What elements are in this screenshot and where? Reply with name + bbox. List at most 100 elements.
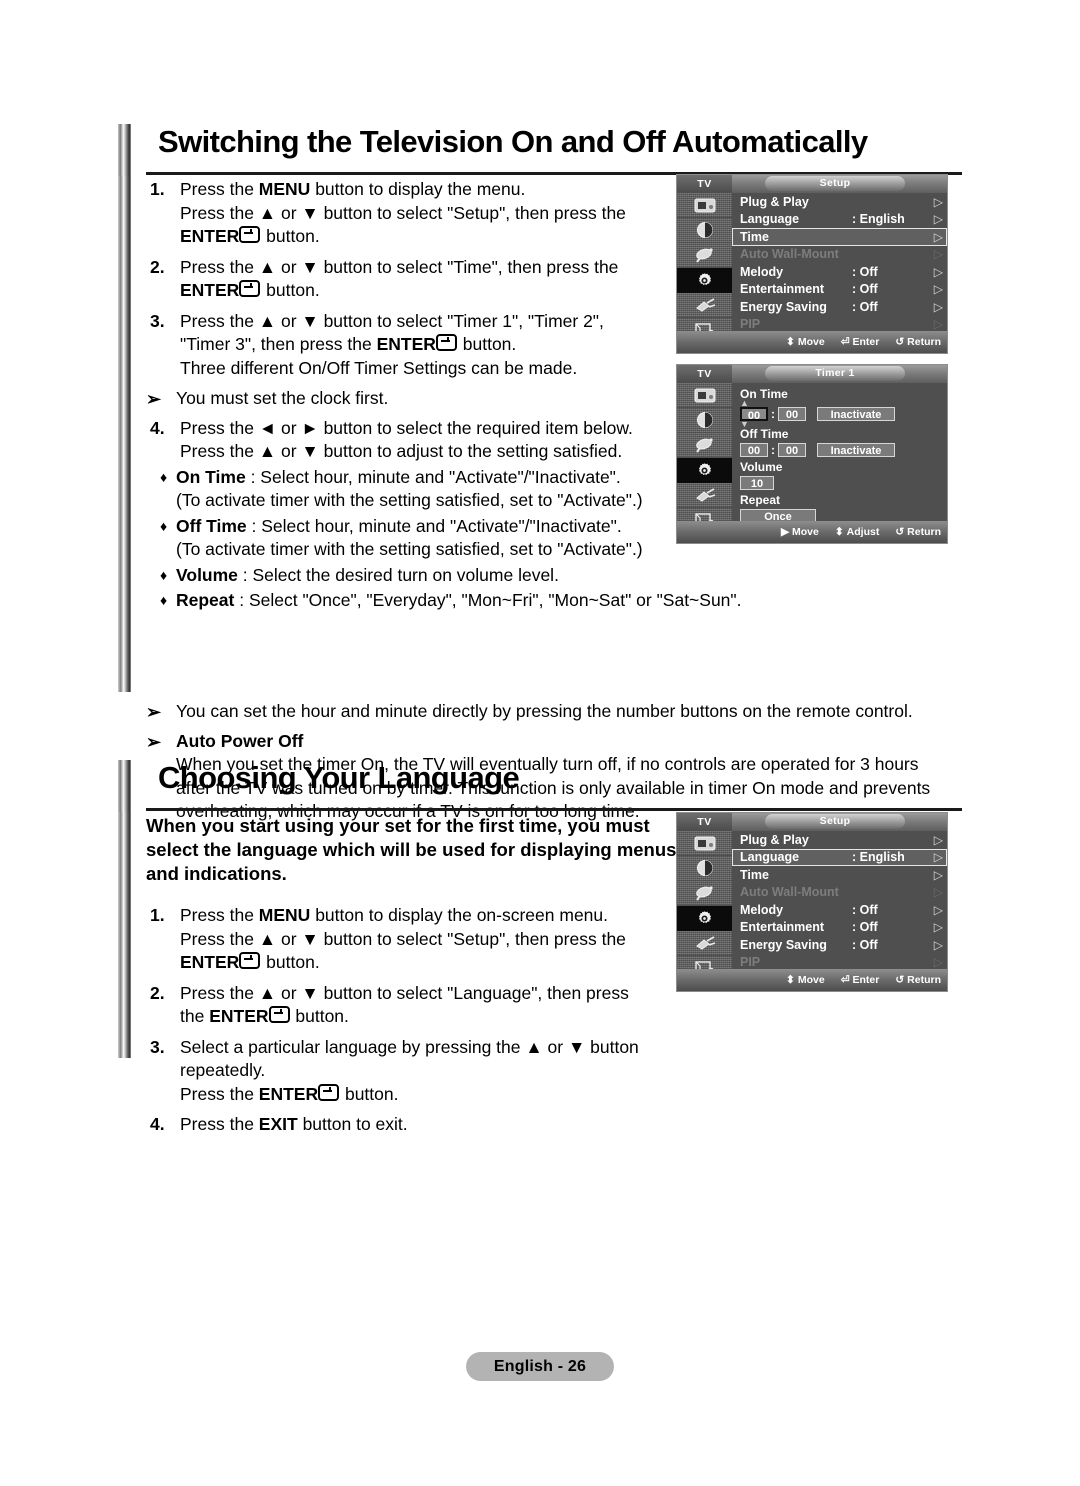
osd-footer-enter[interactable]: ⏎ Enter (841, 974, 880, 986)
step-number: 4. (150, 417, 165, 438)
sound-icon[interactable] (677, 408, 732, 433)
chevron-right-icon: ▷ (933, 955, 943, 970)
osd-footer-return[interactable]: ↺ Return (895, 336, 941, 348)
osd-footer-adjust[interactable]: ⬍ Adjust (835, 526, 879, 538)
key-enter: ENTER (376, 334, 436, 354)
osd-footer-move[interactable]: ⬍ Move (786, 336, 825, 348)
channel-dish-icon[interactable] (677, 881, 732, 906)
osd-row-time[interactable]: Time ▷ (732, 866, 947, 884)
chevron-right-icon: ▷ (933, 867, 943, 882)
osd-footer-label: Return (907, 526, 941, 538)
key-enter: ENTER (258, 1083, 319, 1104)
osd-footer-bar: ▶ Move ⬍ Adjust ↺ Return (677, 521, 947, 543)
channel-dish-icon[interactable] (677, 243, 732, 268)
note-item: ➢ You can set the hour and minute direct… (146, 700, 962, 725)
osd-tv-label: TV (677, 813, 732, 831)
picture-icon[interactable] (677, 193, 732, 218)
return-arrow-icon: ↺ (895, 336, 905, 348)
key-enter: ENTER (180, 280, 240, 300)
setup-gear-icon[interactable] (677, 268, 732, 293)
osd-row-plug-play[interactable]: Plug & Play ▷ (732, 831, 947, 849)
osd-footer-label: Enter (852, 974, 880, 986)
chevron-right-icon: ▷ (933, 937, 943, 952)
step-item: 1. Press the MENU button to display the … (146, 904, 706, 975)
picture-icon[interactable] (677, 383, 732, 408)
time-colon: : (771, 406, 775, 421)
enter-return-icon (435, 334, 457, 351)
diamond-bullet-icon: ♦ (160, 517, 168, 534)
diamond-bullet-icon: ♦ (160, 468, 168, 485)
chevron-right-icon: ▷ (933, 299, 943, 314)
off-time-hour-field[interactable]: 00 (740, 442, 768, 457)
section-switching-tv: Switching the Television On and Off Auto… (118, 124, 962, 821)
osd-row-entertainment[interactable]: Entertainment : Off ▷ (732, 281, 947, 299)
input-plug-icon[interactable] (677, 483, 732, 508)
sound-icon[interactable] (677, 856, 732, 881)
bullet-term: On Time (176, 466, 246, 487)
channel-dish-icon[interactable] (677, 433, 732, 458)
sound-icon[interactable] (677, 218, 732, 243)
osd-row-language[interactable]: Language : English ▷ (732, 211, 947, 229)
step-item: 4. Press the EXIT button to exit. (146, 1113, 706, 1137)
osd-setup-language-panel[interactable]: TV Setup Plug & Play ▷ Language: Englis… (676, 812, 948, 992)
on-time-minute-field[interactable]: 00 (778, 406, 806, 421)
osd-row-auto-wall-mount[interactable]: Auto Wall-Mount ▷ (732, 246, 947, 264)
step-text-part: the (180, 1006, 210, 1026)
step-text-part: Press the (180, 1083, 259, 1104)
osd-row-language[interactable]: Language : English ▷ (732, 848, 947, 866)
osd-row-value: : Off (852, 282, 878, 297)
input-plug-icon[interactable] (677, 293, 732, 318)
picture-icon[interactable] (677, 831, 732, 856)
osd-row-melody[interactable]: Melody : Off ▷ (732, 263, 947, 281)
key-enter: ENTER (180, 952, 240, 972)
caret-down-icon: ▼ (740, 419, 749, 429)
osd-row-energy-saving[interactable]: Energy Saving : Off ▷ (732, 298, 947, 316)
step-text: Press the ▲ or ▼ button to select "Time"… (180, 256, 706, 303)
on-time-label: On Time (740, 387, 788, 401)
osd-menu-list: Plug & Play ▷ Language : English ▷ Time … (732, 193, 947, 331)
osd-row-label: Plug & Play (740, 832, 809, 847)
enter-return-icon (318, 1083, 340, 1101)
chevron-right-icon: ▷ (933, 902, 943, 917)
volume-value-field[interactable]: 10 (740, 475, 774, 490)
osd-footer-return[interactable]: ↺ Return (895, 974, 941, 986)
bullet-text: On Time : Select hour, minute and "Activ… (176, 466, 706, 513)
step-item: 1. Press the MENU button to display the … (146, 178, 706, 249)
osd-title: Timer 1 (765, 366, 905, 381)
step-number: 1. (150, 905, 165, 925)
off-time-minute-field[interactable]: 00 (778, 442, 806, 457)
key-menu: MENU (258, 905, 311, 925)
chevron-right-icon: ▷ (933, 832, 943, 847)
osd-row-energy-saving[interactable]: Energy Saving : Off ▷ (732, 936, 947, 954)
osd-row-time[interactable]: Time ▷ (732, 228, 947, 246)
osd-tv-label: TV (677, 365, 732, 383)
osd-timer1-panel[interactable]: TV Timer 1 On Time ▲ 00: 00 Inactivate … (676, 364, 948, 544)
off-time-activation-field[interactable]: Inactivate (817, 442, 895, 457)
right-arrow-icon: ▶ (780, 526, 790, 538)
osd-row-melody[interactable]: Melody : Off ▷ (732, 901, 947, 919)
step-text: Select a particular language by pressing… (180, 1036, 706, 1107)
on-time-fields: 00 : 00 Inactivate (740, 406, 947, 422)
osd-row-label: Energy Saving (740, 937, 827, 952)
osd-setup-time-panel[interactable]: TV Setup Plug & Play ▷ Language: Englis… (676, 174, 948, 354)
setup-gear-icon[interactable] (677, 458, 732, 483)
heading-accent-bar (118, 760, 131, 812)
input-plug-icon[interactable] (677, 931, 732, 956)
setup-gear-icon[interactable] (677, 906, 732, 931)
osd-row-plug-play[interactable]: Plug & Play ▷ (732, 193, 947, 211)
step-item: 3. Select a particular language by press… (146, 1036, 706, 1107)
osd-footer-move[interactable]: ▶ Move (781, 526, 819, 538)
osd-footer-return[interactable]: ↺ Return (895, 526, 941, 538)
osd-row-value: : Off (852, 299, 878, 314)
osd-row-entertainment[interactable]: Entertainment : Off ▷ (732, 919, 947, 937)
on-time-activation-field[interactable]: Inactivate (817, 406, 895, 421)
osd-footer-enter[interactable]: ⏎ Enter (841, 336, 880, 348)
osd-row-label: Time (740, 867, 769, 882)
osd-row-auto-wall-mount[interactable]: Auto Wall-Mount ▷ (732, 884, 947, 902)
osd-footer-move[interactable]: ⬍ Move (786, 974, 825, 986)
diamond-bullet-icon: ♦ (160, 566, 168, 583)
caret-up-icon: ▲ (740, 398, 749, 408)
step-text-part: Press the ▲ or ▼ button to select "Time"… (180, 256, 619, 277)
step-number: 3. (150, 310, 165, 331)
osd-footer-label: Adjust (846, 526, 880, 538)
